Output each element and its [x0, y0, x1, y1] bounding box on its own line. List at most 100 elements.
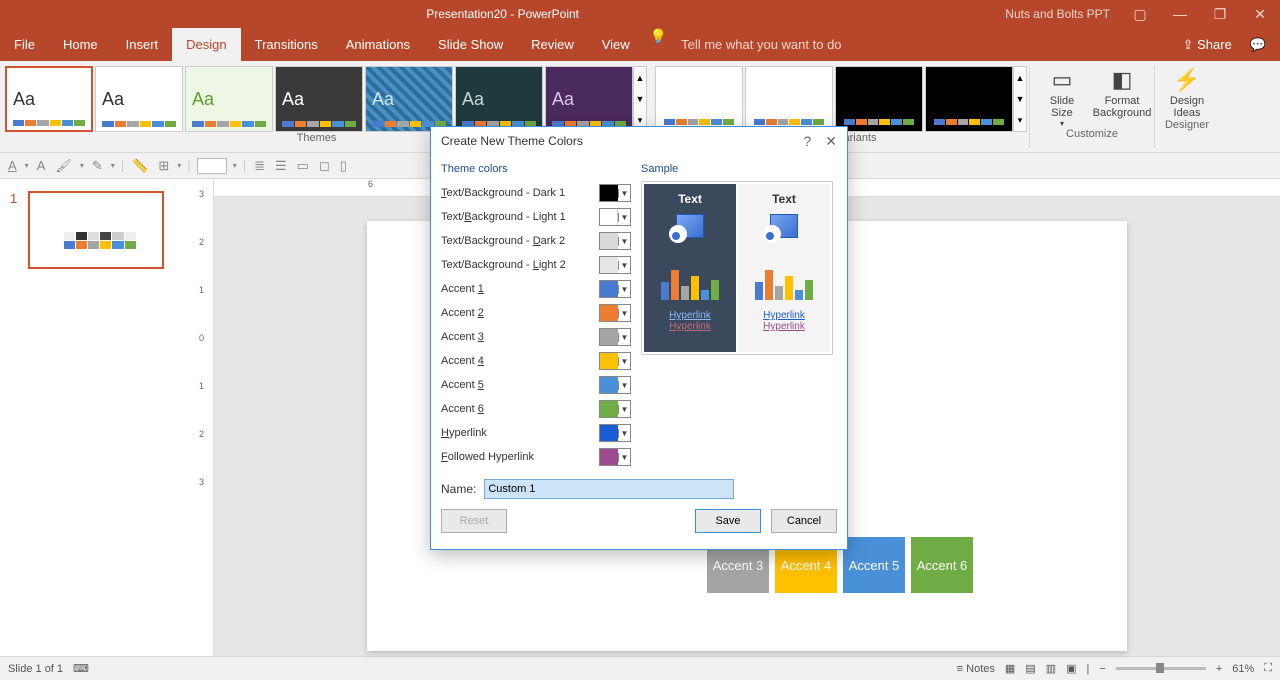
- theme-colors-section-label: Theme colors: [441, 163, 631, 175]
- comments-icon[interactable]: 💬: [1250, 37, 1266, 53]
- tab-review[interactable]: Review: [517, 28, 588, 61]
- zoom-out-button[interactable]: −: [1099, 663, 1105, 675]
- tab-slideshow[interactable]: Slide Show: [424, 28, 517, 61]
- variant-thumbnail[interactable]: [655, 66, 743, 132]
- shapes-button[interactable]: ◻: [317, 158, 332, 174]
- ribbon-display-options-icon[interactable]: ▢: [1120, 6, 1160, 23]
- tab-home[interactable]: Home: [49, 28, 112, 61]
- color-label: Followed Hyperlink: [441, 451, 599, 463]
- theme-thumbnail[interactable]: Aa: [95, 66, 183, 132]
- chevron-down-icon: ▼: [618, 237, 630, 246]
- theme-thumbnail[interactable]: Aa: [455, 66, 543, 132]
- notes-label: Notes: [966, 663, 995, 675]
- color-picker[interactable]: ▼: [599, 256, 631, 274]
- variant-thumbnail[interactable]: [745, 66, 833, 132]
- save-button[interactable]: Save: [695, 509, 761, 533]
- theme-color-row: Accent 3▼: [441, 325, 631, 349]
- sorter-view-icon[interactable]: ▤: [1025, 662, 1035, 675]
- chevron-down-icon: ▼: [618, 357, 630, 366]
- close-icon[interactable]: ✕: [1240, 6, 1280, 23]
- sample-chart-light: [755, 264, 813, 300]
- color-picker[interactable]: ▼: [599, 328, 631, 346]
- text-highlight-button[interactable]: A: [35, 158, 48, 173]
- theme-thumbnail[interactable]: Aa: [545, 66, 633, 132]
- tab-transitions[interactable]: Transitions: [241, 28, 332, 61]
- color-picker[interactable]: ▼: [599, 208, 631, 226]
- slide-size-button[interactable]: ▭Slide Size▾: [1032, 61, 1092, 128]
- tab-design[interactable]: Design: [172, 28, 240, 61]
- lightbulb-icon: 💡: [650, 28, 667, 61]
- normal-view-icon[interactable]: ▦: [1005, 662, 1015, 675]
- color-picker[interactable]: ▼: [599, 232, 631, 250]
- theme-thumbnail[interactable]: Aa: [5, 66, 93, 132]
- account-name[interactable]: Nuts and Bolts PPT: [1005, 7, 1110, 21]
- theme-thumbnail[interactable]: Aa: [365, 66, 453, 132]
- color-picker[interactable]: ▼: [599, 424, 631, 442]
- color-picker[interactable]: ▼: [599, 376, 631, 394]
- color-label: Text/Background - Dark 2: [441, 235, 599, 247]
- tab-animations[interactable]: Animations: [332, 28, 424, 61]
- divider: [1154, 65, 1155, 148]
- grid-button[interactable]: ⊞: [156, 158, 171, 174]
- paint-button[interactable]: 🖌: [53, 158, 74, 174]
- variant-thumbnail[interactable]: [835, 66, 923, 132]
- theme-color-row: Accent 1▼: [441, 277, 631, 301]
- slide-thumbnail[interactable]: [28, 191, 164, 269]
- reset-button[interactable]: Reset: [441, 509, 507, 533]
- variant-thumbnail[interactable]: [925, 66, 1013, 132]
- color-picker[interactable]: ▼: [599, 184, 631, 202]
- zoom-level[interactable]: 61%: [1232, 663, 1254, 675]
- format-background-label: Format Background: [1093, 95, 1152, 119]
- theme-color-row: Followed Hyperlink▼: [441, 445, 631, 469]
- color-picker[interactable]: ▼: [599, 280, 631, 298]
- font-color-button[interactable]: A: [6, 158, 19, 173]
- color-picker[interactable]: ▼: [599, 304, 631, 322]
- name-input[interactable]: [484, 479, 734, 499]
- tab-insert[interactable]: Insert: [112, 28, 173, 61]
- cancel-button[interactable]: Cancel: [771, 509, 837, 533]
- design-ideas-button[interactable]: ⚡Design Ideas: [1157, 61, 1217, 119]
- slideshow-view-icon[interactable]: ▣: [1066, 662, 1076, 675]
- thumbnail-content: [64, 231, 136, 249]
- ruler-button[interactable]: 📏: [130, 158, 150, 174]
- zoom-slider[interactable]: [1116, 667, 1206, 670]
- arrange-button[interactable]: ▯: [338, 158, 349, 174]
- sample-followed-hyperlink: Hyperlink: [669, 321, 711, 332]
- status-bar: Slide 1 of 1 ⌨ ≡ Notes ▦ ▤ ▥ ▣ | − + 61%…: [0, 656, 1280, 680]
- close-icon[interactable]: ✕: [825, 133, 837, 150]
- share-icon: ⇪: [1183, 37, 1194, 52]
- color-picker[interactable]: ▼: [599, 352, 631, 370]
- align-button[interactable]: ▭: [295, 158, 311, 174]
- numbering-button[interactable]: ☰: [273, 158, 289, 174]
- eyedropper-button[interactable]: ✎: [90, 158, 105, 174]
- themes-gallery: AaAaAaAaAaAaAa: [0, 61, 633, 132]
- divider: [1029, 65, 1030, 148]
- share-button[interactable]: ⇪ Share: [1183, 37, 1232, 53]
- theme-color-row: Accent 2▼: [441, 301, 631, 325]
- theme-thumbnail[interactable]: Aa: [185, 66, 273, 132]
- tab-view[interactable]: View: [588, 28, 644, 61]
- app-title: Presentation20 - PowerPoint: [0, 7, 1005, 21]
- reading-view-icon[interactable]: ▥: [1046, 662, 1056, 675]
- themes-more-button[interactable]: ▲▼▾: [633, 66, 647, 132]
- notes-button[interactable]: ≡ Notes: [957, 663, 995, 675]
- spellcheck-icon[interactable]: ⌨: [73, 662, 89, 675]
- fill-swatch[interactable]: [197, 158, 227, 174]
- tellme-input[interactable]: Tell me what you want to do: [667, 28, 855, 61]
- sample-shape-icon: [676, 214, 704, 238]
- bullets-button[interactable]: ≣: [252, 158, 267, 174]
- fit-window-icon[interactable]: ⛶: [1264, 662, 1272, 675]
- sample-preview: Text Hyperlink Hyperlink Text Hyperlink …: [641, 181, 833, 355]
- color-picker[interactable]: ▼: [599, 448, 631, 466]
- variants-more-button[interactable]: ▲▼▾: [1013, 66, 1027, 132]
- sample-section-label: Sample: [641, 163, 837, 175]
- color-label: Accent 2: [441, 307, 599, 319]
- color-picker[interactable]: ▼: [599, 400, 631, 418]
- theme-thumbnail[interactable]: Aa: [275, 66, 363, 132]
- format-background-button[interactable]: ◧Format Background: [1092, 61, 1152, 128]
- tab-file[interactable]: File: [0, 28, 49, 61]
- restore-icon[interactable]: ❐: [1200, 6, 1240, 23]
- minimize-icon[interactable]: —: [1160, 6, 1200, 22]
- help-icon[interactable]: ?: [803, 133, 811, 150]
- zoom-in-button[interactable]: +: [1216, 663, 1222, 675]
